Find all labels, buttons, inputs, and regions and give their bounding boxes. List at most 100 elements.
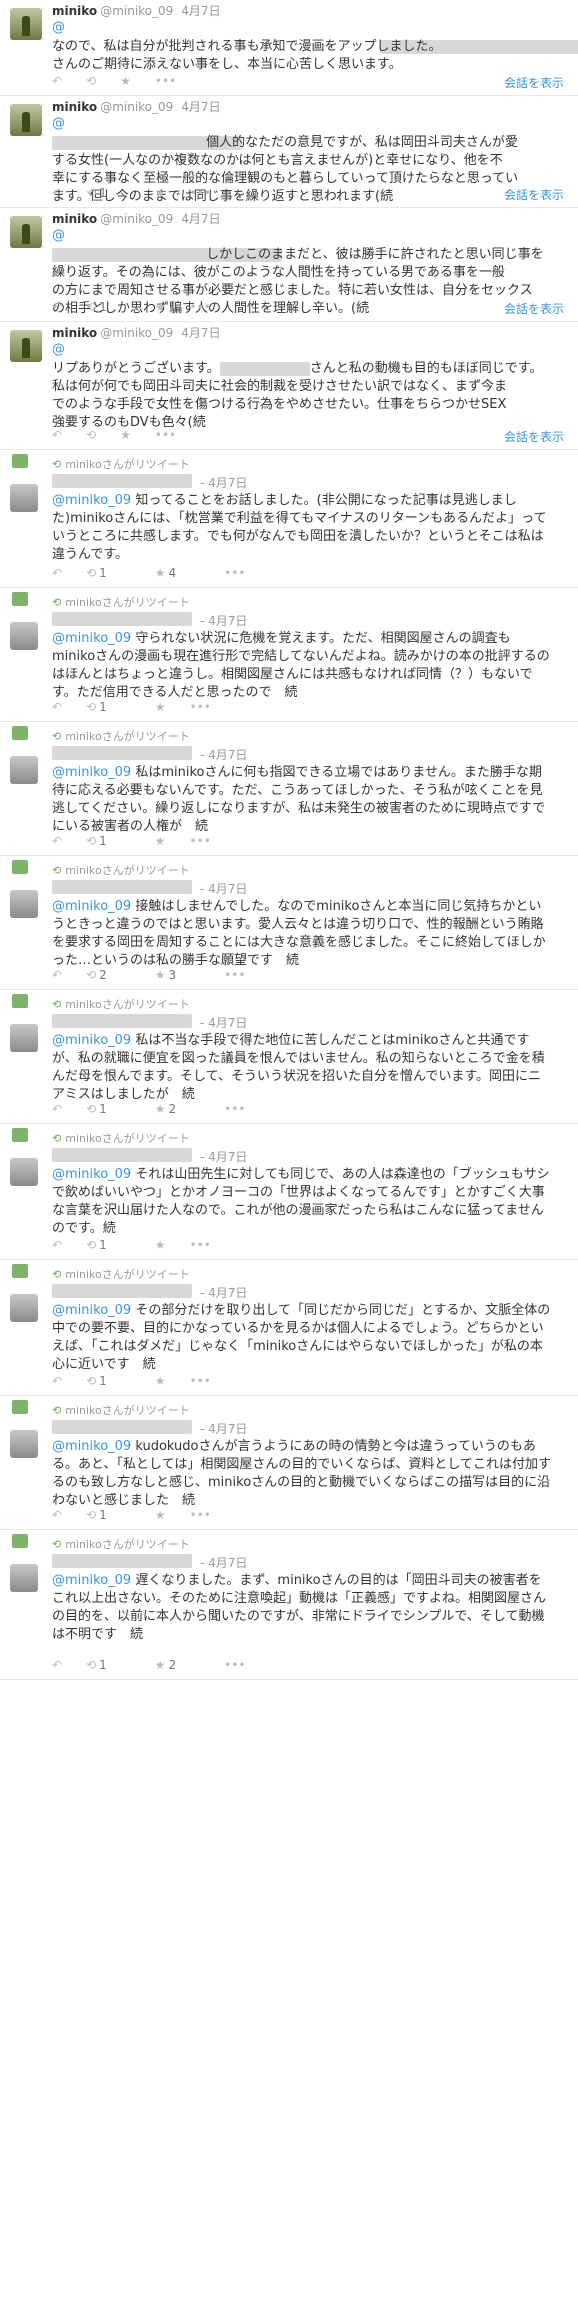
- reply-icon[interactable]: ↶: [52, 1508, 62, 1522]
- more-icon[interactable]: •••: [224, 968, 245, 982]
- star-icon[interactable]: ★: [155, 834, 166, 848]
- star-icon[interactable]: ★ 2: [155, 1658, 200, 1672]
- tweet[interactable]: miniko @miniko_09 4月7日 @ なので、私は自分が批判される事も承知で…: [0, 0, 578, 96]
- author-name[interactable]: miniko: [52, 100, 97, 114]
- mention-link[interactable]: @miniko_09: [52, 631, 131, 646]
- retweet-icon[interactable]: ⟲ 1: [86, 186, 131, 200]
- more-icon[interactable]: •••: [155, 428, 176, 442]
- tweet-date[interactable]: 4月7日: [181, 326, 220, 340]
- mention-link[interactable]: @miniko_09: [52, 493, 131, 508]
- star-icon[interactable]: ★ 4: [155, 566, 200, 580]
- tweet-date[interactable]: 4月7日: [181, 4, 220, 18]
- retweeter-name[interactable]: miniko: [65, 998, 102, 1011]
- redacted-retweeted-user[interactable]: [52, 746, 192, 760]
- mention-link[interactable]: @: [52, 228, 65, 243]
- tweet[interactable]: ⟲ minikoさんがリツイート - 4月7日 @miniko_09 その部分だけを取…: [0, 1260, 578, 1396]
- more-icon[interactable]: •••: [224, 1658, 245, 1672]
- star-icon[interactable]: ★: [120, 428, 131, 442]
- reply-icon[interactable]: ↶: [52, 1658, 62, 1672]
- star-icon[interactable]: ★: [155, 700, 166, 714]
- avatar[interactable]: [10, 104, 42, 136]
- reply-icon[interactable]: ↶: [52, 1374, 62, 1388]
- mention-link[interactable]: @miniko_09: [52, 1439, 131, 1454]
- retweet-icon[interactable]: ⟲ 1: [86, 1374, 131, 1388]
- avatar[interactable]: [10, 890, 38, 918]
- tweet[interactable]: ⟲ minikoさんがリツイート - 4月7日 @miniko_09 私は不当な手段で…: [0, 990, 578, 1124]
- author-handle[interactable]: @miniko_09: [100, 212, 173, 226]
- retweet-icon[interactable]: ⟲ 1: [86, 566, 131, 580]
- reply-icon[interactable]: ↶: [52, 1102, 62, 1116]
- tweet-date[interactable]: - 4月7日: [200, 1284, 247, 1301]
- tweet[interactable]: ⟲ minikoさんがリツイート - 4月7日 @miniko_09 それは山田先生に…: [0, 1124, 578, 1260]
- retweet-icon[interactable]: ⟲ 1: [86, 1238, 131, 1252]
- redacted-retweeted-user[interactable]: [52, 474, 192, 488]
- more-icon[interactable]: •••: [190, 300, 211, 314]
- tweet-date[interactable]: 4月7日: [181, 212, 220, 226]
- author-handle[interactable]: @miniko_09: [100, 100, 173, 114]
- reply-icon[interactable]: ↶: [52, 186, 62, 200]
- retweet-icon[interactable]: ⟲ 1: [86, 300, 131, 314]
- reply-icon[interactable]: ↶: [52, 566, 62, 580]
- star-icon[interactable]: ★: [155, 1374, 166, 1388]
- redacted-retweeted-user[interactable]: [52, 1554, 192, 1568]
- retweeter-name[interactable]: miniko: [65, 458, 102, 471]
- avatar[interactable]: [10, 330, 42, 362]
- star-icon[interactable]: ★: [155, 1508, 166, 1522]
- retweet-icon[interactable]: ⟲: [86, 428, 96, 442]
- redacted-retweeted-user[interactable]: [52, 1148, 192, 1162]
- mention-link[interactable]: @miniko_09: [52, 1573, 131, 1588]
- avatar[interactable]: [10, 756, 38, 784]
- tweet-date[interactable]: - 4月7日: [200, 612, 247, 629]
- avatar[interactable]: [10, 8, 42, 40]
- avatar[interactable]: [10, 1294, 38, 1322]
- tweet-date[interactable]: - 4月7日: [200, 1014, 247, 1031]
- tweet[interactable]: ⟲ minikoさんがリツイート - 4月7日 @miniko_09 私はminiko…: [0, 722, 578, 856]
- more-icon[interactable]: •••: [190, 1508, 211, 1522]
- star-icon[interactable]: ★ 3: [155, 968, 200, 982]
- retweeter-name[interactable]: miniko: [65, 1404, 102, 1417]
- tweet[interactable]: ⟲ minikoさんがリツイート - 4月7日 @miniko_09 守られない状況に…: [0, 588, 578, 722]
- star-icon[interactable]: ★ 2: [155, 1102, 200, 1116]
- author-name[interactable]: miniko: [52, 212, 97, 226]
- mention-link[interactable]: @: [52, 116, 65, 131]
- redacted-retweeted-user[interactable]: [52, 1014, 192, 1028]
- reply-icon[interactable]: ↶: [52, 1238, 62, 1252]
- reply-icon[interactable]: ↶: [52, 700, 62, 714]
- mention-link[interactable]: @: [52, 342, 65, 357]
- more-icon[interactable]: •••: [224, 566, 245, 580]
- tweet[interactable]: miniko @miniko_09 4月7日 @ しかしこのままだと、彼は勝手に許され…: [0, 208, 578, 322]
- retweeter-name[interactable]: miniko: [65, 1132, 102, 1145]
- tweet-date[interactable]: - 4月7日: [200, 1420, 247, 1437]
- author-handle[interactable]: @miniko_09: [100, 326, 173, 340]
- retweet-icon[interactable]: ⟲ 1: [86, 1508, 131, 1522]
- more-icon[interactable]: •••: [190, 834, 211, 848]
- avatar[interactable]: [10, 1430, 38, 1458]
- tweet-date[interactable]: - 4月7日: [200, 746, 247, 763]
- redacted-retweeted-user[interactable]: [52, 1420, 192, 1434]
- tweet-date[interactable]: - 4月7日: [200, 880, 247, 897]
- more-icon[interactable]: •••: [190, 186, 211, 200]
- retweet-icon[interactable]: ⟲: [86, 74, 96, 88]
- retweeter-name[interactable]: miniko: [65, 1268, 102, 1281]
- more-icon[interactable]: •••: [190, 1238, 211, 1252]
- redacted-retweeted-user[interactable]: [52, 612, 192, 626]
- reply-icon[interactable]: ↶: [52, 968, 62, 982]
- redacted-retweeted-user[interactable]: [52, 880, 192, 894]
- avatar[interactable]: [10, 216, 42, 248]
- more-icon[interactable]: •••: [155, 74, 176, 88]
- reply-icon[interactable]: ↶: [52, 300, 62, 314]
- mention-link[interactable]: @miniko_09: [52, 765, 131, 780]
- author-name[interactable]: miniko: [52, 326, 97, 340]
- mention-link[interactable]: @miniko_09: [52, 1033, 131, 1048]
- tweet[interactable]: ⟲ minikoさんがリツイート - 4月7日 @miniko_09 遅くなりました。…: [0, 1530, 578, 1680]
- view-conversation-link[interactable]: 会話を表示: [504, 74, 564, 91]
- star-icon[interactable]: ★: [155, 1238, 166, 1252]
- more-icon[interactable]: •••: [190, 700, 211, 714]
- tweet-date[interactable]: - 4月7日: [200, 474, 247, 491]
- retweet-icon[interactable]: ⟲ 1: [86, 1658, 131, 1672]
- star-icon[interactable]: ★: [155, 300, 166, 314]
- tweet[interactable]: ⟲ minikoさんがリツイート - 4月7日 @miniko_09 接触はしませんで…: [0, 856, 578, 990]
- more-icon[interactable]: •••: [190, 1374, 211, 1388]
- tweet[interactable]: ⟲ minikoさんがリツイート - 4月7日 @miniko_09 kudokudo…: [0, 1396, 578, 1530]
- tweet-date[interactable]: - 4月7日: [200, 1554, 247, 1571]
